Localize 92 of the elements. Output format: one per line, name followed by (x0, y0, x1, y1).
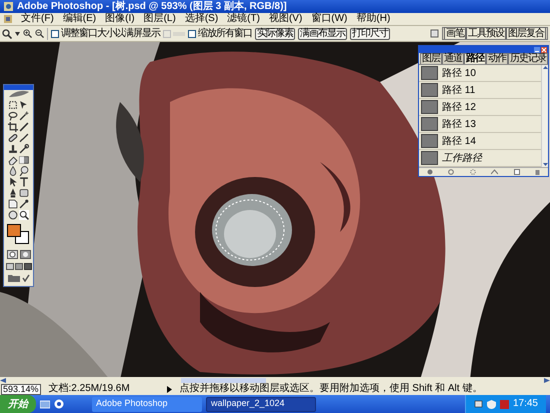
zoom-field[interactable]: 593.14% (1, 384, 41, 394)
path-thumbnail (421, 66, 438, 80)
feather-icon (6, 90, 30, 98)
path-thumbnail (421, 100, 438, 114)
taskbar-button[interactable]: Adobe Photoshop (92, 396, 202, 412)
status-hint-text: 点按并拖移以移动图层或选区。要用附加选项，使用 Shift 和 Alt 键。 (180, 384, 482, 394)
option-button[interactable]: 满画布显示 (298, 28, 347, 40)
minimize-icon[interactable] (534, 46, 540, 52)
menu-item[interactable]: 文件(F) (21, 14, 54, 24)
path-thumbnail (421, 151, 438, 165)
checkbox-label: 调整窗口大小以满屏显示 (61, 28, 160, 38)
window-title: Adobe Photoshop - [树.psd @ 593% (图层 3 副本, RGB/8)] (17, 2, 287, 12)
option-button[interactable]: 打印尺寸 (350, 28, 390, 40)
palette-tab[interactable]: 图层 (420, 53, 442, 64)
path-row[interactable]: 路径 13 (419, 116, 541, 133)
caret-icon[interactable] (15, 32, 20, 36)
path-thumbnail (421, 134, 438, 148)
new-path-icon[interactable] (514, 169, 520, 175)
menu-item[interactable]: 图像(I) (105, 14, 135, 24)
path-thumbnail (421, 83, 438, 97)
scrollbar-thumb[interactable] (181, 378, 266, 382)
app-icon (4, 15, 12, 23)
menu-item[interactable]: 选择(S) (184, 14, 218, 24)
path-row[interactable]: 工作路径 (419, 150, 541, 167)
play-arrow-icon[interactable] (166, 386, 172, 392)
stamp-icon[interactable] (8, 144, 18, 154)
path-row[interactable]: 路径 12 (419, 99, 541, 116)
stroke-path-icon[interactable] (448, 169, 454, 175)
clock: 17:45 (512, 399, 538, 409)
checkbox[interactable] (188, 30, 196, 38)
menu-item[interactable]: 滤镜(T) (227, 14, 260, 24)
gradient-icon[interactable] (19, 155, 29, 165)
checkbox[interactable] (51, 30, 59, 38)
brush-icon[interactable] (19, 133, 29, 143)
palette-tab[interactable]: 通道 (442, 53, 464, 64)
path-thumbnail (421, 117, 438, 131)
menu-item[interactable]: 视图(V) (268, 14, 302, 24)
palette-tab[interactable]: 路径 (464, 53, 486, 64)
option-button[interactable]: 实际像素 (255, 28, 295, 40)
taskbar-button[interactable]: wallpaper_2_1024 (206, 396, 316, 412)
standard-mode-icon[interactable] (6, 250, 18, 259)
eyedropper-icon[interactable] (19, 199, 29, 209)
right-arrow-icon[interactable] (544, 378, 550, 382)
zoom-icon[interactable] (19, 210, 29, 220)
desktop-icon[interactable] (40, 399, 50, 409)
up-arrow-icon[interactable] (542, 66, 548, 69)
document-size-text: 文档:2.25M/19.6M (48, 384, 131, 394)
start-button[interactable]: 开始 (0, 395, 36, 413)
menu-item[interactable]: 窗口(W) (311, 14, 348, 24)
pen-icon[interactable] (8, 188, 18, 198)
checkbox-label: 缩放所有窗口 (198, 28, 252, 38)
app-icon (4, 2, 13, 11)
text-icon[interactable] (19, 177, 29, 187)
marquee-icon[interactable] (8, 100, 18, 110)
path-row[interactable]: 路径 11 (419, 82, 541, 99)
slice-icon[interactable] (19, 122, 29, 132)
fill-path-icon[interactable] (426, 169, 433, 175)
menu-item[interactable]: 图层(L) (144, 14, 176, 24)
dock-tab[interactable]: 图层复合 (506, 27, 546, 39)
dock-tab[interactable]: 画笔 (444, 27, 466, 39)
checkmark-icon[interactable] (22, 274, 30, 282)
wand-icon[interactable] (19, 111, 29, 121)
left-arrow-icon[interactable] (0, 378, 6, 382)
eraser-icon[interactable] (8, 155, 18, 165)
path-row[interactable]: 路径 10 (419, 65, 541, 82)
lasso-icon[interactable] (8, 111, 18, 121)
move-icon[interactable] (19, 100, 29, 110)
close-icon[interactable] (541, 46, 547, 52)
palette-tab[interactable]: 历史记录 (508, 53, 548, 64)
shape-icon[interactable] (19, 188, 29, 198)
crop-icon[interactable] (8, 122, 18, 132)
shield-icon[interactable] (486, 400, 496, 408)
zoom-icon[interactable] (2, 28, 12, 38)
menu-item[interactable]: 帮助(H) (356, 14, 390, 24)
palette-well-icon[interactable] (430, 29, 439, 38)
zoom-out-icon[interactable] (35, 29, 44, 38)
down-arrow-icon[interactable] (542, 163, 548, 166)
selection-icon[interactable] (470, 169, 476, 175)
scrollbar[interactable] (541, 65, 548, 167)
palette-tab[interactable]: 动作 (486, 53, 508, 64)
dock-tab[interactable]: 工具预设 (466, 27, 506, 39)
browser-icon[interactable] (54, 399, 64, 409)
notes-icon[interactable] (8, 199, 18, 209)
foreground-color-swatch[interactable] (6, 224, 20, 237)
bandage-icon[interactable] (8, 133, 18, 143)
path-row[interactable]: 路径 14 (419, 133, 541, 150)
drop-icon[interactable] (8, 166, 18, 176)
menu-item[interactable]: 编辑(E) (62, 14, 96, 24)
zoom-in-icon[interactable] (23, 29, 32, 38)
quick-mask-icon[interactable] (20, 250, 30, 259)
folder-icon[interactable] (8, 274, 20, 282)
history-brush-icon[interactable] (19, 144, 29, 154)
